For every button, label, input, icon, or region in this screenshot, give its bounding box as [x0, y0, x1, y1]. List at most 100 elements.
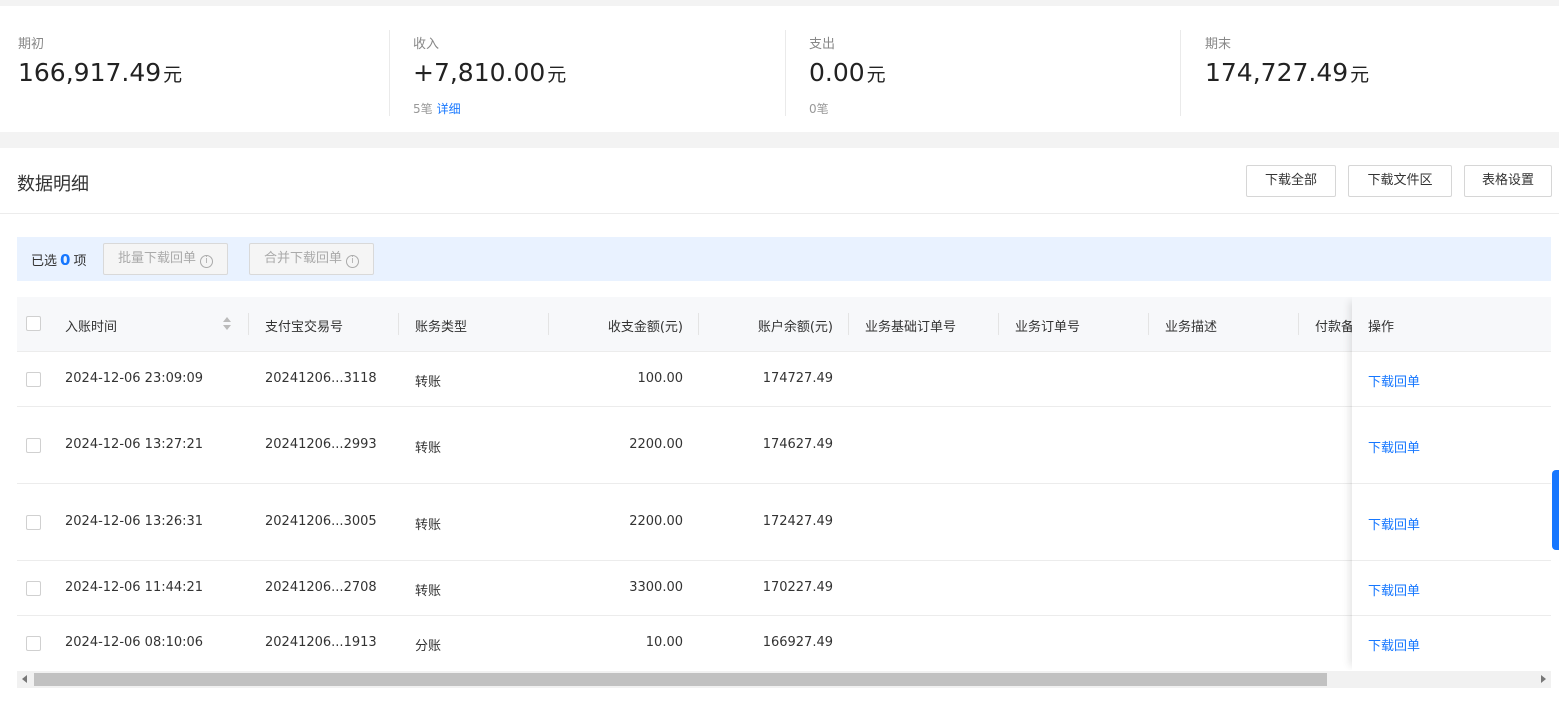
income-unit: 元 [547, 64, 567, 86]
summary-divider [1180, 30, 1181, 116]
download-receipt-link[interactable]: 下载回单 [1368, 371, 1420, 390]
opening-label: 期初 [18, 37, 45, 52]
table-row: 2024-12-06 13:27:21 20241206...2993 转账 2… [17, 407, 1551, 484]
col-separator [848, 313, 849, 335]
opening-unit: 元 [163, 64, 183, 86]
merge-download-label: 合并下载回单 [264, 251, 343, 266]
batch-download-label: 批量下载回单 [118, 251, 197, 266]
cell-type: 转账 [415, 518, 442, 533]
expense-label: 支出 [809, 37, 836, 52]
scroll-left-icon[interactable] [22, 675, 27, 683]
opening-amount-value: 166,917.49 [18, 58, 162, 87]
closing-amount-value: 174,727.49 [1205, 58, 1349, 87]
col-separator [248, 313, 249, 335]
cell-type: 转账 [415, 441, 442, 456]
col-type: 账务类型 [415, 320, 468, 335]
row-checkbox[interactable] [26, 438, 41, 453]
cell-amount: 3300.00 [629, 580, 683, 595]
table-settings-button[interactable]: 表格设置 [1464, 165, 1552, 197]
opening-amount: 166,917.49 元 [18, 58, 182, 87]
cell-amount: 2200.00 [629, 514, 683, 529]
col-desc: 业务描述 [1165, 320, 1218, 335]
table-row: 2024-12-06 08:10:06 20241206...1913 分账 1… [17, 616, 1551, 670]
download-receipt-link[interactable]: 下载回单 [1368, 437, 1420, 456]
row-checkbox[interactable] [26, 636, 41, 651]
download-receipt-link[interactable]: 下载回单 [1368, 514, 1420, 533]
action-cell: 下载回单 [1352, 407, 1551, 484]
download-files-button[interactable]: 下载文件区 [1348, 165, 1452, 197]
row-checkbox[interactable] [26, 372, 41, 387]
select-all-checkbox[interactable] [26, 316, 41, 331]
batch-download-button[interactable]: 批量下载回单 i [103, 243, 229, 275]
cell-balance: 170227.49 [762, 580, 833, 595]
income-detail-link[interactable]: 详细 [437, 102, 461, 116]
section-title: 数据明细 [17, 174, 89, 195]
cell-type: 转账 [415, 584, 442, 599]
transactions-table: 入账时间 支付宝交易号 账务类型 收支金额(元) 账户余额(元) 业务基础订单号… [17, 297, 1551, 670]
selection-prefix: 已选 [31, 254, 58, 269]
scroll-right-icon[interactable] [1541, 675, 1546, 683]
selection-bar: 已选 0 项 批量下载回单 i 合并下载回单 i [17, 237, 1551, 281]
income-count: 5笔 [413, 102, 433, 116]
closing-amount: 174,727.49 元 [1205, 58, 1369, 87]
cell-amount: 10.00 [645, 635, 683, 650]
row-checkbox[interactable] [26, 581, 41, 596]
action-cell: 下载回单 [1352, 616, 1551, 670]
merge-download-button[interactable]: 合并下载回单 i [249, 243, 375, 275]
data-detail-header: 数据明细 下载全部 下载文件区 表格设置 [0, 148, 1559, 214]
col-remark: 付款备 [1315, 320, 1355, 335]
cell-balance: 174727.49 [762, 371, 833, 386]
row-checkbox[interactable] [26, 515, 41, 530]
summary-divider [785, 30, 786, 116]
action-cell: 下载回单 [1352, 484, 1551, 561]
col-separator [548, 313, 549, 335]
selection-count: 0 [60, 251, 71, 269]
col-action: 操作 [1368, 320, 1395, 335]
cell-time: 2024-12-06 23:09:09 [65, 371, 204, 386]
summary-panel: 期初 166,917.49 元 收入 +7,810.00 元 5笔 详细 支出 0.0… [0, 6, 1559, 132]
selection-count-text: 已选 0 项 [31, 250, 86, 269]
cell-time: 2024-12-06 08:10:06 [65, 635, 204, 650]
col-separator [698, 313, 699, 335]
cell-type: 转账 [415, 375, 442, 390]
cell-time: 2024-12-06 11:44:21 [65, 580, 204, 595]
action-header: 操作 [1352, 297, 1551, 352]
action-cell: 下载回单 [1352, 561, 1551, 616]
action-cell: 下载回单 [1352, 352, 1551, 407]
download-all-button[interactable]: 下载全部 [1246, 165, 1336, 197]
income-label: 收入 [413, 37, 440, 52]
info-icon: i [346, 255, 360, 268]
col-separator [1148, 313, 1149, 335]
cell-time: 2024-12-06 13:27:21 [65, 437, 204, 452]
cell-balance: 166927.49 [762, 635, 833, 650]
income-sub: 5笔 详细 [413, 100, 461, 117]
cell-trade-no: 20241206...3118 [265, 371, 377, 386]
side-float-tab[interactable] [1552, 470, 1559, 550]
expense-sub: 0笔 [809, 100, 829, 117]
col-separator [998, 313, 999, 335]
action-column: 操作 下载回单 下载回单 下载回单 下载回单 下载回单 [1352, 297, 1551, 670]
download-receipt-link[interactable]: 下载回单 [1368, 580, 1420, 599]
cell-amount: 2200.00 [629, 437, 683, 452]
col-amount: 收支金额(元) [607, 320, 683, 335]
cell-balance: 172427.49 [762, 514, 833, 529]
expense-unit: 元 [866, 64, 886, 86]
cell-balance: 174627.49 [762, 437, 833, 452]
cell-trade-no: 20241206...1913 [265, 635, 377, 650]
expense-amount-value: 0.00 [809, 58, 865, 87]
income-amount: +7,810.00 元 [413, 58, 566, 87]
cell-amount: 100.00 [637, 371, 684, 386]
horizontal-scrollbar[interactable] [17, 671, 1551, 688]
col-separator [1298, 313, 1299, 335]
closing-label: 期末 [1205, 37, 1232, 52]
sort-icon[interactable] [223, 316, 233, 332]
download-receipt-link[interactable]: 下载回单 [1368, 635, 1420, 654]
col-time[interactable]: 入账时间 [65, 316, 117, 335]
table-row: 2024-12-06 23:09:09 20241206...3118 转账 1… [17, 352, 1551, 407]
scrollbar-thumb[interactable] [34, 673, 1327, 686]
cell-trade-no: 20241206...2708 [265, 580, 377, 595]
table-row: 2024-12-06 11:44:21 20241206...2708 转账 3… [17, 561, 1551, 616]
expense-count: 0笔 [809, 102, 829, 116]
expense-amount: 0.00 元 [809, 58, 886, 87]
col-balance: 账户余额(元) [757, 320, 833, 335]
